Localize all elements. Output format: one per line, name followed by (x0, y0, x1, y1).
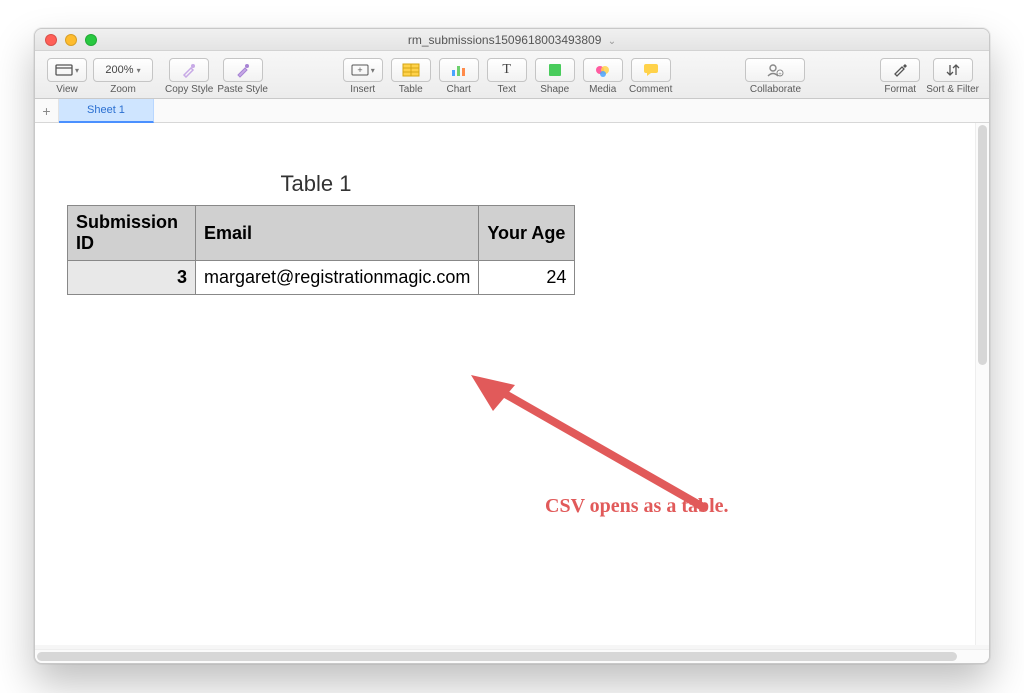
table-title: Table 1 (67, 171, 565, 197)
comment-icon (643, 63, 659, 77)
svg-text:+: + (357, 65, 362, 75)
sort-filter-button[interactable]: Sort & Filter (926, 58, 979, 95)
add-sheet-button[interactable]: + (35, 99, 59, 122)
annotation-text: CSV opens as a table. (545, 495, 729, 518)
zoom-label: Zoom (110, 84, 136, 95)
vertical-scrollbar-thumb[interactable] (978, 125, 987, 365)
title-chevron-icon[interactable]: ⌄ (608, 36, 616, 47)
vertical-scrollbar[interactable] (975, 123, 989, 645)
spreadsheet-canvas[interactable]: Table 1 Submission ID Email Your Age 3 m… (35, 123, 989, 645)
media-label: Media (589, 84, 616, 95)
chevron-down-icon: ▾ (137, 66, 141, 75)
format-button[interactable]: Format (878, 58, 922, 95)
comment-label: Comment (629, 84, 672, 95)
chevron-down-icon: ▾ (371, 66, 375, 75)
sort-label: Sort & Filter (926, 84, 979, 95)
shape-button[interactable]: Shape (533, 58, 577, 95)
window-controls (45, 34, 97, 46)
toolbar: ▾ View 200% ▾ Zoom (35, 51, 989, 99)
format-label: Format (884, 84, 916, 95)
chart-icon (450, 63, 468, 77)
media-icon (595, 63, 611, 77)
insert-icon: + (351, 64, 369, 76)
table-row: 3 margaret@registrationmagic.com 24 (68, 261, 575, 295)
paste-style-label: Paste Style (217, 84, 268, 95)
data-table[interactable]: Submission ID Email Your Age 3 margaret@… (67, 205, 575, 295)
table-icon (402, 63, 420, 77)
cell-age[interactable]: 24 (479, 261, 575, 295)
zoom-value: 200% (105, 64, 133, 76)
eyedropper-fill-icon (235, 62, 251, 78)
sort-icon (945, 63, 961, 77)
insert-label: Insert (350, 84, 375, 95)
view-icon (55, 64, 73, 76)
shape-label: Shape (540, 84, 569, 95)
col-header-submission-id[interactable]: Submission ID (68, 206, 196, 261)
collaborate-button[interactable]: + Collaborate (745, 58, 805, 95)
col-header-age[interactable]: Your Age (479, 206, 575, 261)
sheet-tab-1[interactable]: Sheet 1 (59, 99, 154, 123)
collaborate-icon: + (766, 63, 784, 77)
minimize-window-button[interactable] (65, 34, 77, 46)
close-window-button[interactable] (45, 34, 57, 46)
shape-icon (548, 63, 562, 77)
text-label: Text (498, 84, 516, 95)
toolbar-center-group: + ▾ Insert Table (341, 58, 673, 95)
title-bar: rm_submissions1509618003493809 ⌄ (35, 29, 989, 51)
insert-button[interactable]: + ▾ Insert (341, 58, 385, 95)
chart-button[interactable]: Chart (437, 58, 481, 95)
app-window: rm_submissions1509618003493809 ⌄ ▾ View (34, 28, 990, 664)
chevron-down-icon: ▾ (75, 66, 79, 75)
toolbar-right-group: Format Sort & Filter (878, 58, 979, 95)
col-header-email[interactable]: Email (196, 206, 479, 261)
collaborate-label: Collaborate (750, 84, 801, 95)
window-title-text: rm_submissions1509618003493809 (408, 33, 601, 47)
toolbar-left-group: ▾ View 200% ▾ Zoom (45, 58, 153, 95)
fullscreen-window-button[interactable] (85, 34, 97, 46)
paintbrush-icon (892, 63, 908, 77)
copy-style-button[interactable]: Copy Style (165, 58, 213, 95)
zoom-button[interactable]: 200% ▾ Zoom (93, 58, 153, 95)
copy-style-label: Copy Style (165, 84, 213, 95)
table-button[interactable]: Table (389, 58, 433, 95)
view-button[interactable]: ▾ View (45, 58, 89, 95)
sheet-tab-strip: + Sheet 1 (35, 99, 989, 123)
cell-submission-id[interactable]: 3 (68, 261, 196, 295)
text-icon: T (502, 62, 511, 78)
paste-style-button[interactable]: Paste Style (217, 58, 268, 95)
cell-email[interactable]: margaret@registrationmagic.com (196, 261, 479, 295)
comment-button[interactable]: Comment (629, 58, 673, 95)
text-button[interactable]: T Text (485, 58, 529, 95)
table-header-row: Submission ID Email Your Age (68, 206, 575, 261)
table-label: Table (399, 84, 423, 95)
sheet-tab-label: Sheet 1 (87, 104, 125, 116)
plus-icon: + (42, 103, 50, 119)
svg-text:+: + (779, 72, 783, 77)
eyedropper-icon (181, 62, 197, 78)
window-title: rm_submissions1509618003493809 ⌄ (35, 33, 989, 47)
horizontal-scrollbar-thumb[interactable] (37, 652, 957, 661)
view-label: View (56, 84, 78, 95)
horizontal-scrollbar[interactable] (35, 649, 989, 663)
media-button[interactable]: Media (581, 58, 625, 95)
chart-label: Chart (446, 84, 470, 95)
table-container: Table 1 Submission ID Email Your Age 3 m… (67, 171, 575, 295)
toolbar-style-group: Copy Style Paste Style (165, 58, 268, 95)
